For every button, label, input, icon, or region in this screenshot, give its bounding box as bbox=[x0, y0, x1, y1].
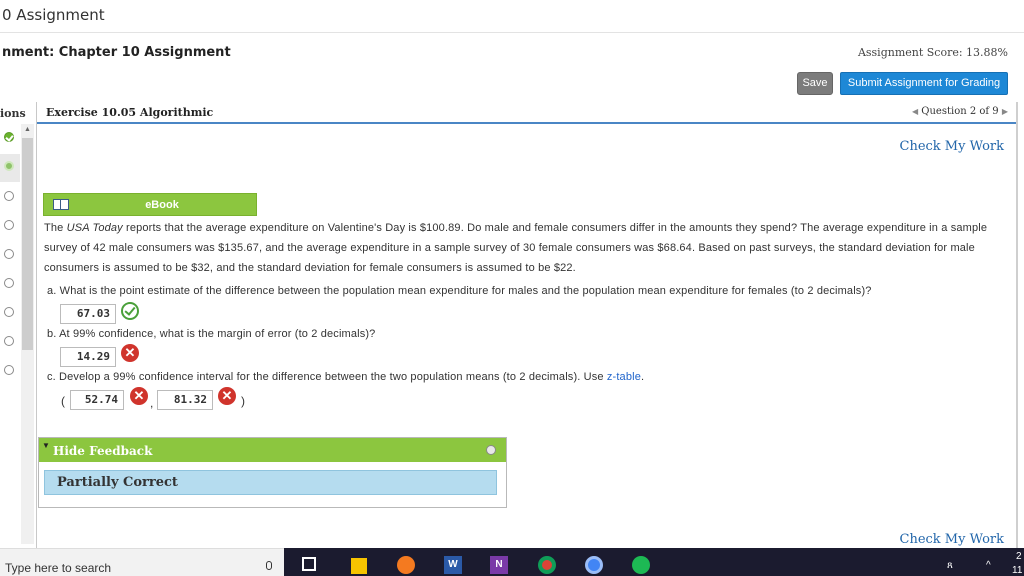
question-9-status-icon[interactable] bbox=[4, 365, 14, 375]
question-list-panel: ions ▲ bbox=[0, 102, 37, 548]
part-b-question: b. At 99% confidence, what is the margin… bbox=[47, 328, 376, 340]
task-view-icon[interactable] bbox=[302, 557, 316, 571]
spotify-icon[interactable] bbox=[632, 556, 650, 574]
next-question-icon[interactable]: ▶ bbox=[1002, 107, 1008, 116]
taskbar-search-box[interactable]: Type here to search bbox=[0, 548, 284, 576]
scroll-up-icon[interactable]: ▲ bbox=[24, 126, 31, 133]
interval-open-paren: ( bbox=[61, 394, 65, 408]
question-position: Question 2 of 9 bbox=[921, 106, 999, 117]
part-a-question: a. What is the point estimate of the dif… bbox=[47, 285, 872, 297]
submit-assignment-button[interactable]: Submit Assignment for Grading bbox=[840, 72, 1008, 95]
hide-feedback-toggle[interactable]: ▼ Hide Feedback bbox=[39, 438, 506, 462]
question-4-status-icon[interactable] bbox=[4, 220, 14, 230]
check-my-work-link-top[interactable]: Check My Work bbox=[900, 139, 1005, 154]
previous-question-icon[interactable]: ◀ bbox=[912, 107, 918, 116]
part-b-answer-field[interactable]: 14.29 bbox=[60, 347, 116, 367]
question-5-status-icon[interactable] bbox=[4, 249, 14, 259]
incorrect-x-icon: ✕ bbox=[130, 387, 148, 405]
search-placeholder: Type here to search bbox=[5, 561, 112, 575]
exercise-title: Exercise 10.05 Algorithmic bbox=[46, 106, 214, 119]
question-2-status-icon[interactable] bbox=[4, 161, 14, 171]
onenote-icon[interactable]: N bbox=[490, 556, 508, 574]
interval-close-paren: ) bbox=[241, 394, 245, 408]
question-navigator[interactable]: ◀ Question 2 of 9 ▶ bbox=[912, 106, 1008, 117]
part-c-question: c. Develop a 99% confidence interval for… bbox=[47, 371, 645, 383]
source-name: USA Today bbox=[66, 222, 123, 234]
scrollbar-thumb[interactable] bbox=[22, 138, 33, 350]
interval-separator: , bbox=[150, 396, 154, 410]
feedback-result-box: Partially Correct bbox=[44, 470, 497, 495]
clock-date[interactable]: 11 bbox=[1012, 565, 1022, 576]
ebook-label: eBook bbox=[145, 199, 179, 211]
feedback-result-text: Partially Correct bbox=[57, 475, 178, 490]
people-icon[interactable]: ጸ bbox=[947, 560, 953, 571]
window-title-bar: 0 Assignment bbox=[0, 0, 1024, 33]
question-1-status-icon[interactable] bbox=[4, 132, 14, 142]
word-icon[interactable]: W bbox=[444, 556, 462, 574]
part-c-upper-bound-field[interactable]: 81.32 bbox=[157, 390, 213, 410]
edit-icon bbox=[486, 445, 496, 455]
ebook-button[interactable]: eBook bbox=[43, 193, 257, 216]
correct-check-icon bbox=[121, 302, 139, 320]
save-button[interactable]: Save bbox=[797, 72, 833, 95]
question-list-label: ions bbox=[0, 107, 26, 120]
firefox-icon[interactable] bbox=[397, 556, 415, 574]
z-table-link[interactable]: z-table bbox=[607, 371, 641, 383]
question-7-status-icon[interactable] bbox=[4, 307, 14, 317]
right-scroll-edge bbox=[1016, 102, 1018, 548]
hide-feedback-label: Hide Feedback bbox=[53, 444, 153, 458]
question-3-status-icon[interactable] bbox=[4, 191, 14, 201]
assignment-name: nment: Chapter 10 Assignment bbox=[2, 45, 231, 60]
chrome-icon[interactable] bbox=[538, 556, 556, 574]
windows-taskbar: Type here to search W N ጸ ^ 2 11 bbox=[0, 548, 1024, 576]
question-6-status-icon[interactable] bbox=[4, 278, 14, 288]
part-a-answer-field[interactable]: 67.03 bbox=[60, 304, 116, 324]
assignment-header: nment: Chapter 10 Assignment Assignment … bbox=[0, 33, 1024, 101]
tray-expand-icon[interactable]: ^ bbox=[986, 560, 991, 571]
window-title: 0 Assignment bbox=[2, 6, 105, 24]
check-my-work-link-bottom[interactable]: Check My Work bbox=[900, 532, 1005, 547]
store-icon[interactable] bbox=[351, 558, 367, 574]
question-8-status-icon[interactable] bbox=[4, 336, 14, 346]
chrome-canary-icon[interactable] bbox=[585, 556, 603, 574]
assignment-score: Assignment Score: 13.88% bbox=[857, 46, 1008, 59]
incorrect-x-icon: ✕ bbox=[121, 344, 139, 362]
microphone-icon[interactable] bbox=[266, 561, 272, 570]
incorrect-x-icon: ✕ bbox=[218, 387, 236, 405]
feedback-panel: ▼ Hide Feedback Partially Correct bbox=[38, 437, 507, 508]
part-c-lower-bound-field[interactable]: 52.74 bbox=[70, 390, 124, 410]
exercise-tab-bar: Exercise 10.05 Algorithmic ◀ Question 2 … bbox=[37, 102, 1016, 124]
problem-statement: The USA Today reports that the average e… bbox=[44, 222, 988, 274]
collapse-triangle-icon: ▼ bbox=[42, 441, 50, 450]
clock-hour[interactable]: 2 bbox=[1016, 551, 1022, 562]
